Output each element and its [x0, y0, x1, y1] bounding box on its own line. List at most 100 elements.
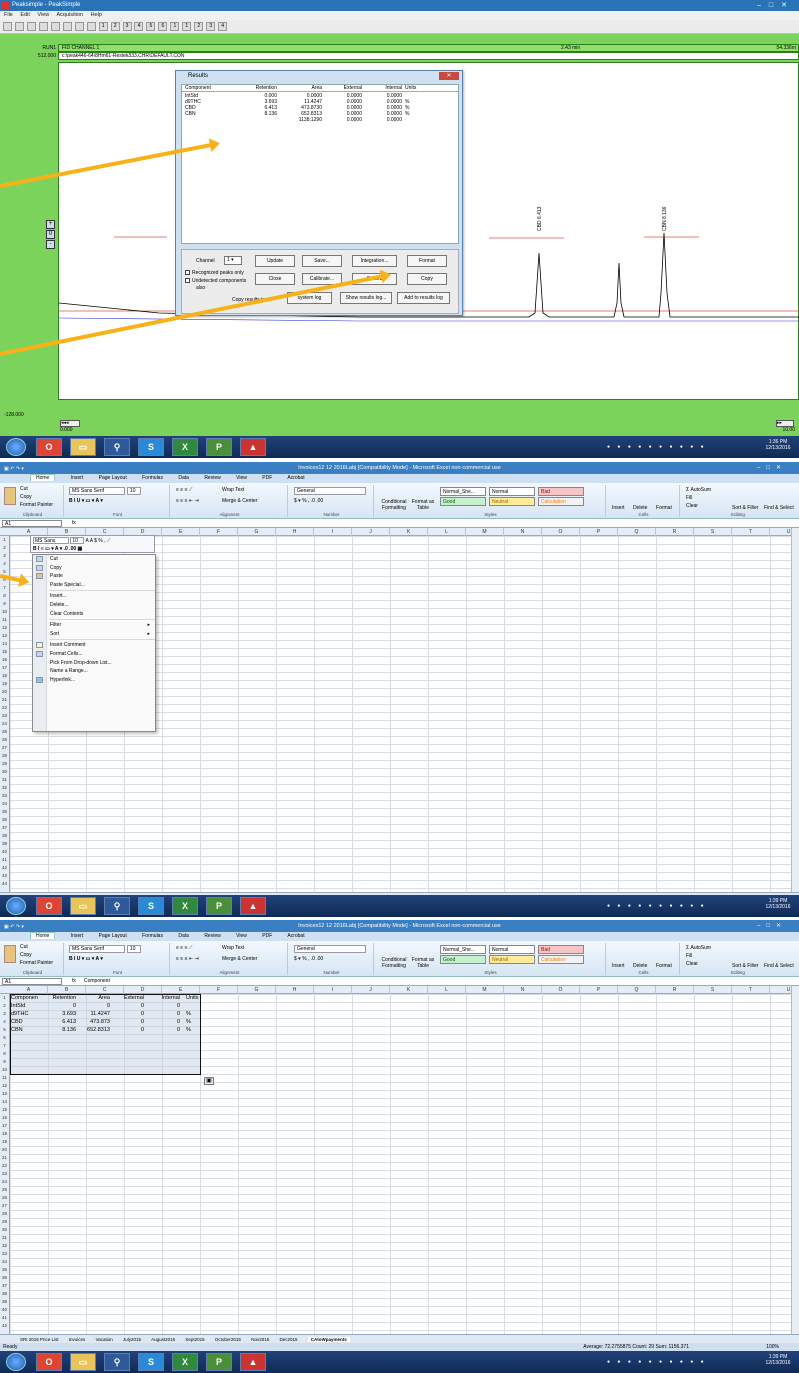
chart-icon[interactable]: [50, 22, 60, 31]
column-header[interactable]: S: [694, 986, 732, 994]
column-header[interactable]: I: [314, 528, 352, 536]
channel-5-button[interactable]: 5: [146, 22, 156, 31]
network-icon[interactable]: ⚲: [104, 897, 130, 915]
show-results-log-button[interactable]: Show results log...: [340, 292, 392, 304]
row-header[interactable]: 2: [0, 544, 9, 552]
row-header[interactable]: 31: [0, 776, 9, 784]
row-header[interactable]: 16: [0, 656, 9, 664]
style-normal-she[interactable]: Normal_She...: [440, 487, 486, 496]
integrate-icon[interactable]: [74, 22, 84, 31]
row-header[interactable]: 27: [0, 744, 9, 752]
fx-icon[interactable]: fx: [72, 977, 76, 986]
merge-center-button[interactable]: Merge & Center: [222, 498, 257, 504]
excel-icon[interactable]: X: [172, 1353, 198, 1371]
opera-icon[interactable]: O: [36, 897, 62, 915]
start-button[interactable]: [6, 438, 26, 456]
sheet-tab[interactable]: Sept2015: [185, 1337, 204, 1342]
column-header[interactable]: T: [732, 528, 770, 536]
row-header[interactable]: 4: [0, 560, 9, 568]
row-header[interactable]: 23: [0, 1170, 9, 1178]
mini-size-select[interactable]: 10: [70, 537, 85, 544]
data-cell[interactable]: IntStd: [11, 1002, 25, 1010]
undetected-checkbox[interactable]: Undetected components: [185, 278, 246, 284]
format-painter-button[interactable]: Format Painter: [20, 960, 53, 966]
row-header[interactable]: 27: [0, 1202, 9, 1210]
sheet-tab[interactable]: SRI 2015 Price List: [20, 1337, 59, 1342]
row-header[interactable]: 32: [0, 1242, 9, 1250]
column-header[interactable]: Q: [618, 986, 656, 994]
row-header[interactable]: 5: [0, 1026, 9, 1034]
row-header[interactable]: 7: [0, 1042, 9, 1050]
style-neutral[interactable]: Neutral: [489, 955, 535, 964]
column-header[interactable]: M: [466, 986, 504, 994]
recognized-checkbox[interactable]: Recognized peaks only: [185, 270, 244, 276]
data-cell[interactable]: Componen: [11, 994, 38, 1002]
number-format-icons[interactable]: $ ▾ % , .0 .00: [294, 498, 323, 504]
zoom-reset-icon[interactable]: 0: [46, 230, 55, 239]
channel-6-button[interactable]: 6: [158, 22, 168, 31]
column-header[interactable]: Q: [618, 528, 656, 536]
row-header[interactable]: 43: [0, 872, 9, 880]
menu-item-paste[interactable]: Paste: [33, 572, 155, 581]
publisher-icon[interactable]: P: [206, 897, 232, 915]
paste-options-icon[interactable]: ▣: [204, 1077, 214, 1085]
merge-center-button[interactable]: Merge & Center: [222, 956, 257, 962]
bold-italic-underline-icons[interactable]: B I U ▾ ▭ ▾ A ▾: [69, 956, 103, 962]
column-header[interactable]: R: [656, 528, 694, 536]
row-header[interactable]: 38: [0, 1290, 9, 1298]
row-header[interactable]: 24: [0, 1178, 9, 1186]
row-header[interactable]: 6: [0, 1034, 9, 1042]
save-icon[interactable]: [26, 22, 36, 31]
menu-item-paste-special[interactable]: Paste Special...: [33, 581, 155, 590]
row-header[interactable]: 29: [0, 1218, 9, 1226]
print-icon[interactable]: [38, 22, 48, 31]
data-cell[interactable]: %: [186, 1026, 191, 1034]
row-header[interactable]: 35: [0, 808, 9, 816]
row-header[interactable]: 14: [0, 640, 9, 648]
overlay-3-button[interactable]: 2: [194, 22, 204, 31]
tab-formulas[interactable]: Formulas: [142, 933, 163, 939]
column-header[interactable]: O: [542, 986, 580, 994]
style-good[interactable]: Good: [440, 497, 486, 506]
style-normal[interactable]: Normal: [489, 945, 535, 954]
row-header[interactable]: 34: [0, 800, 9, 808]
tab-pdf[interactable]: PDF: [262, 933, 272, 939]
zoom-icon[interactable]: [62, 22, 72, 31]
name-box[interactable]: A1: [2, 520, 62, 527]
align-horizontal-icons[interactable]: ≡ ≡ ≡ ⇤ ⇥: [176, 956, 199, 962]
publisher-icon[interactable]: P: [206, 1353, 232, 1371]
tab-acrobat[interactable]: Acrobat: [287, 475, 304, 481]
row-header[interactable]: 26: [0, 1194, 9, 1202]
tab-view[interactable]: View: [236, 475, 247, 481]
column-header[interactable]: L: [428, 528, 466, 536]
menu-item-clear-contents[interactable]: Clear Contents: [33, 610, 155, 619]
data-cell[interactable]: 6.413: [42, 1018, 76, 1026]
overlay-4-button[interactable]: 3: [206, 22, 216, 31]
tab-formulas[interactable]: Formulas: [142, 475, 163, 481]
row-header[interactable]: 18: [0, 1130, 9, 1138]
row-header[interactable]: 31: [0, 1234, 9, 1242]
column-header[interactable]: F: [200, 528, 238, 536]
row-header[interactable]: 33: [0, 1250, 9, 1258]
row-header[interactable]: 7: [0, 584, 9, 592]
row-header[interactable]: 21: [0, 1154, 9, 1162]
channel-2-button[interactable]: 2: [110, 22, 120, 31]
font-name-select[interactable]: MS Sans Serif: [69, 945, 125, 953]
cut-button[interactable]: Cut: [20, 486, 28, 492]
row-header[interactable]: 19: [0, 1138, 9, 1146]
row-header[interactable]: 10: [0, 1066, 9, 1074]
skype-icon[interactable]: S: [138, 897, 164, 915]
row-header[interactable]: 15: [0, 648, 9, 656]
row-header[interactable]: 42: [0, 864, 9, 872]
skype-icon[interactable]: S: [138, 1353, 164, 1371]
menu-item-delete[interactable]: Delete...: [33, 601, 155, 610]
grid-icon[interactable]: [86, 22, 96, 31]
new-file-icon[interactable]: [3, 22, 12, 31]
column-header[interactable]: G: [238, 986, 276, 994]
copy-button[interactable]: Copy: [20, 494, 32, 500]
autosum-button[interactable]: Σ AutoSum: [686, 487, 711, 493]
integration-button[interactable]: Integration...: [352, 255, 397, 267]
format-button[interactable]: Format: [407, 255, 447, 267]
menu-file[interactable]: File: [4, 12, 13, 18]
data-cell[interactable]: 652.8313: [76, 1026, 110, 1034]
